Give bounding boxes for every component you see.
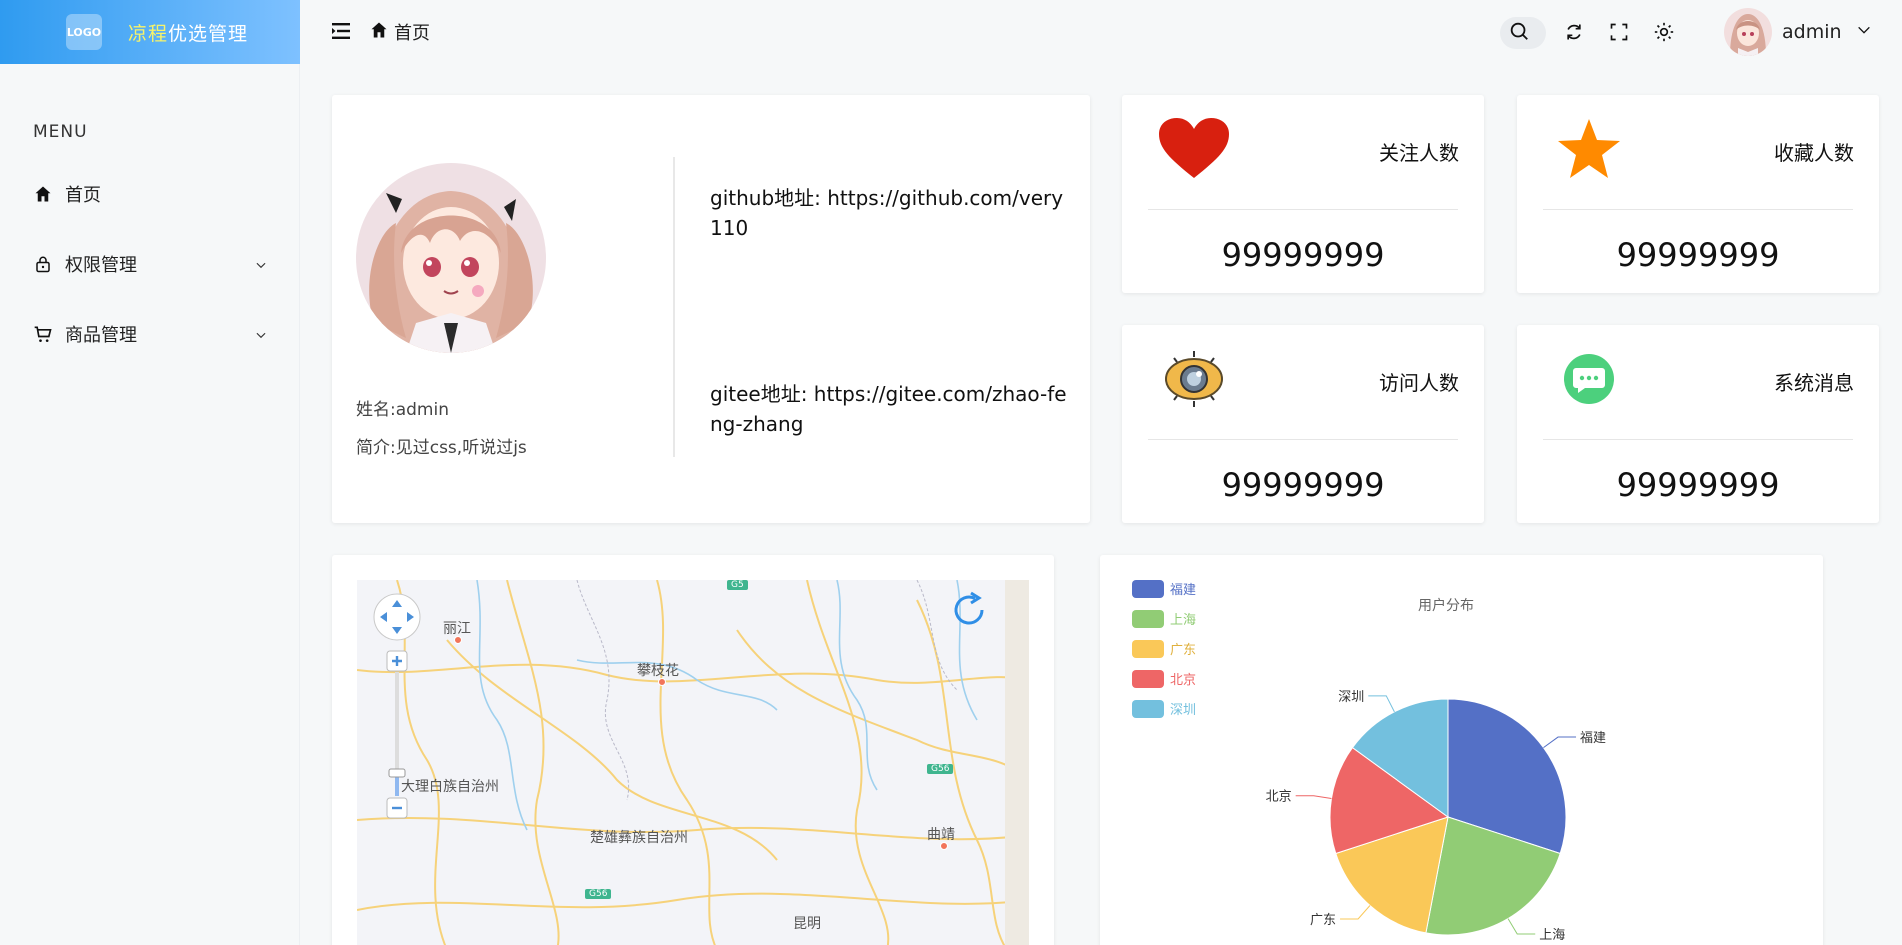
profile-divider xyxy=(673,157,675,457)
profile-name: 姓名:admin xyxy=(356,400,449,420)
menu-title: MENU xyxy=(33,122,88,142)
chevron-down-icon xyxy=(254,326,268,347)
search-button[interactable] xyxy=(1500,17,1546,49)
stat-label: 关注人数 xyxy=(1379,141,1459,165)
breadcrumb[interactable]: 首页 xyxy=(370,19,430,45)
pie-label-line xyxy=(1368,695,1395,713)
pie-label-line xyxy=(1295,795,1332,800)
highway-shield: G56 xyxy=(585,889,612,899)
chevron-down-icon xyxy=(1856,22,1872,42)
map-city-marker xyxy=(940,842,948,850)
sidebar-item-permissions[interactable]: 权限管理 xyxy=(33,244,278,284)
username: admin xyxy=(1782,21,1842,43)
highway-shield: G56 xyxy=(927,764,954,774)
stat-label: 系统消息 xyxy=(1774,371,1854,395)
star-icon xyxy=(1553,117,1625,181)
pie-label-line xyxy=(1340,905,1371,920)
map-refresh-button[interactable] xyxy=(949,590,989,630)
pie-label-line xyxy=(1543,736,1577,749)
map-city-label: 丽江 xyxy=(443,621,471,637)
chart-card: 福建 上海 广东 北京 深圳 用户分布 福建 上海 广东 北京 深圳 xyxy=(1100,555,1823,945)
profile-description: 简介:见过css,听说过js xyxy=(356,438,527,458)
collapse-menu-icon[interactable] xyxy=(332,22,352,44)
pie-chart: 福建上海 广东 北京 深圳 xyxy=(1266,690,1606,943)
sun-icon xyxy=(1654,22,1674,42)
logo-image: LOGO xyxy=(66,14,102,50)
divider xyxy=(1543,209,1853,210)
fullscreen-button[interactable] xyxy=(1607,20,1631,44)
map-city-label: 攀枝花 xyxy=(637,663,679,679)
stat-label: 收藏人数 xyxy=(1774,141,1854,165)
heart-icon xyxy=(1158,117,1230,181)
refresh-icon xyxy=(1567,24,1581,40)
eye-icon xyxy=(1158,347,1230,411)
map-city-label: 楚雄彝族自治州 xyxy=(590,830,688,846)
sidebar-item-products[interactable]: 商品管理 xyxy=(33,314,278,354)
map-city-label: 曲靖 xyxy=(927,827,955,843)
divider xyxy=(1148,209,1458,210)
map-zoom-control[interactable] xyxy=(386,650,408,820)
app-title-part1: 凉程 xyxy=(128,22,169,45)
fullscreen-icon xyxy=(1610,23,1628,41)
map-city-label: 大理白族自治州 xyxy=(401,779,499,795)
refresh-button[interactable] xyxy=(1562,20,1586,44)
search-icon xyxy=(1508,20,1530,46)
divider xyxy=(1148,439,1458,440)
gitee-link[interactable]: gitee地址: https://gitee.com/zhao-feng-zha… xyxy=(710,379,1070,439)
github-link[interactable]: github地址: https://github.com/very110 xyxy=(710,183,1070,243)
pie-label-line xyxy=(1507,918,1536,935)
map-city-marker xyxy=(454,636,462,644)
message-icon xyxy=(1553,347,1625,411)
sidebar-item-label: 权限管理 xyxy=(65,255,137,276)
sidebar-item-home[interactable]: 首页 xyxy=(33,174,278,214)
cart-icon xyxy=(33,324,53,344)
stat-card-favorites: 收藏人数 99999999 xyxy=(1517,95,1879,293)
sidebar-item-label: 商品管理 xyxy=(65,325,137,346)
app-title: 凉程优选管理 xyxy=(128,19,248,46)
stat-card-messages: 系统消息 99999999 xyxy=(1517,325,1879,523)
map-view[interactable]: 丽江 攀枝花 大理白族自治州 楚雄彝族自治州 曲靖 昆明 G5 G56 G56 xyxy=(357,580,1029,945)
theme-toggle-button[interactable] xyxy=(1652,20,1676,44)
highway-shield: G5 xyxy=(727,580,748,590)
sidebar-item-label: 首页 xyxy=(65,185,101,206)
pie-label: 福建 xyxy=(1580,731,1606,746)
map-city-marker xyxy=(658,678,666,686)
lock-icon xyxy=(33,254,53,274)
avatar xyxy=(1724,8,1772,56)
profile-card: 姓名:admin 简介:见过css,听说过js github地址: https:… xyxy=(332,95,1090,523)
app-title-part2: 优选管理 xyxy=(168,22,249,45)
user-menu[interactable]: admin xyxy=(1724,8,1872,56)
stat-value: 99999999 xyxy=(1616,466,1780,504)
stat-value: 99999999 xyxy=(1221,236,1385,274)
map-edge xyxy=(1005,580,1029,945)
home-icon xyxy=(370,21,388,44)
pie-label: 深圳 xyxy=(1338,690,1364,705)
stat-card-visitors: 访问人数 99999999 xyxy=(1122,325,1484,523)
home-icon xyxy=(33,184,53,204)
divider xyxy=(1543,439,1853,440)
breadcrumb-label: 首页 xyxy=(394,23,430,44)
pie-label: 广东 xyxy=(1310,913,1336,928)
top-header: 首页 admin xyxy=(300,0,1902,64)
sidebar: MENU 首页 权限管理 商品管理 xyxy=(0,64,300,945)
stat-card-followers: 关注人数 99999999 xyxy=(1122,95,1484,293)
stat-value: 99999999 xyxy=(1616,236,1780,274)
profile-avatar xyxy=(356,163,546,353)
pie-label: 北京 xyxy=(1266,790,1292,805)
chevron-down-icon xyxy=(254,256,268,277)
stat-label: 访问人数 xyxy=(1379,371,1459,395)
map-pan-control[interactable] xyxy=(372,592,422,642)
logo-bar: LOGO 凉程优选管理 xyxy=(0,0,300,64)
pie-label: 上海 xyxy=(1539,928,1565,943)
map-card: 丽江 攀枝花 大理白族自治州 楚雄彝族自治州 曲靖 昆明 G5 G56 G56 xyxy=(332,555,1054,945)
map-city-label: 昆明 xyxy=(793,916,821,932)
stat-value: 99999999 xyxy=(1221,466,1385,504)
